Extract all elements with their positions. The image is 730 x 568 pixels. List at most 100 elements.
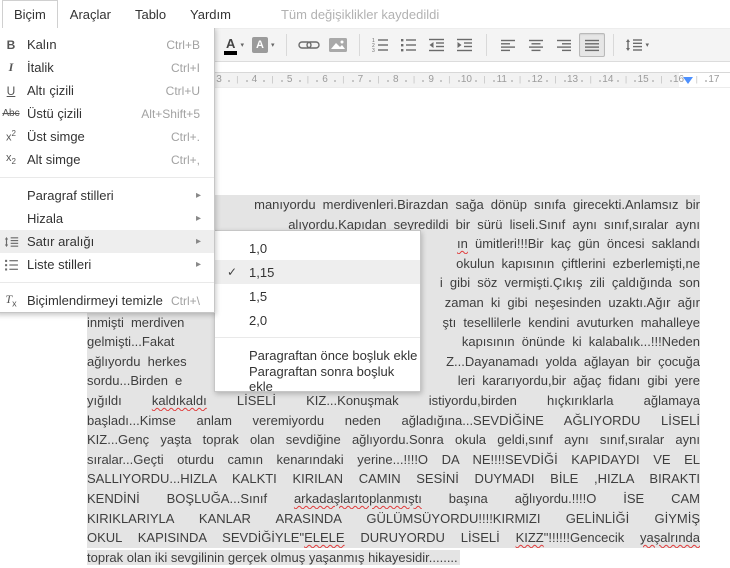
menu-shortcut: Alt+Shift+5	[141, 106, 200, 121]
line-left-segment: inmişti merdiven	[87, 313, 184, 333]
highlight-color-button[interactable]: A ▾	[249, 33, 278, 57]
align-justify-button[interactable]	[578, 33, 605, 57]
submenu-arrow-icon: ▸	[196, 213, 202, 224]
ruler-number: 6	[322, 74, 328, 85]
menu-shortcut: Ctrl+I	[170, 60, 200, 75]
text-line-13[interactable]: KIZ...Genç yaşta toprak olan sevdiğine a…	[87, 430, 700, 450]
increase-indent-button[interactable]	[452, 33, 478, 57]
ruler-dot	[475, 80, 478, 82]
submenu-item-label: 1,15	[249, 264, 275, 280]
align-center-button[interactable]	[523, 33, 549, 57]
menu-item-ust-simge[interactable]: x2 Üst simge Ctrl+.	[0, 125, 214, 148]
bullet-list-button[interactable]	[396, 33, 422, 57]
menu-yardim[interactable]: Yardım	[178, 0, 243, 28]
menu-item-label: Üst simge	[27, 129, 85, 144]
text-line-19[interactable]: toprak olan iki sevgilinin gerçek olmuş …	[87, 548, 700, 568]
align-justify-icon	[584, 39, 600, 52]
dropdown-caret-icon: ▾	[240, 42, 244, 49]
menu-item-alti-cizili[interactable]: U Altı çizili Ctrl+U	[0, 79, 214, 102]
ruler-dot	[263, 80, 266, 82]
text-run: KIRIKLARIYLA KANLAR ARASINDA GÜLÜMSÜYORD…	[87, 510, 700, 526]
text-run: OKUL KAPISINDA SEVDİĞİYLE"	[87, 530, 305, 546]
line-left-segment: ağlıyordu herkes	[87, 352, 187, 372]
ruler-dot	[439, 80, 442, 82]
text-run: ümitleri!!!Bir kaç gün öncesi saklandı	[467, 236, 700, 252]
misspelled-word: ELELE	[304, 530, 345, 546]
text-run: yığıldı	[87, 392, 152, 408]
menu-araclar[interactable]: Araçlar	[58, 0, 123, 28]
outdent-icon	[428, 38, 445, 52]
menu-item-label: Üstü çizili	[27, 106, 82, 121]
list-styles-icon	[0, 259, 27, 271]
menu-item-label: Satır aralığı	[27, 234, 95, 249]
insert-link-button[interactable]	[295, 33, 323, 57]
text-run: ştı tesellilerle kendini avuturken mahal…	[442, 314, 700, 330]
menu-separator	[215, 337, 420, 338]
text-line-18[interactable]: OKUL KAPISINDA SEVDİĞİYLE"ELELE DURUYORD…	[87, 528, 700, 548]
menu-item-label: Biçimlendirmeyi temizle	[27, 293, 163, 308]
text-run: başladı...Kimse anlam veremiyordu neden …	[87, 412, 700, 428]
dropdown-caret-icon: ▾	[271, 42, 275, 49]
ruler-dot	[298, 80, 301, 82]
line-spacing-1-15[interactable]: ✓ 1,15	[215, 260, 420, 284]
menu-separator	[0, 177, 214, 178]
line-right-segment: i gibi söz vermişti.Çıkış zili çaldığınd…	[440, 273, 700, 293]
ruler-tick: |	[412, 75, 416, 84]
ruler-tick: |	[483, 75, 486, 84]
align-left-button[interactable]	[495, 33, 521, 57]
menu-item-italik[interactable]: I İtalik Ctrl+I	[0, 56, 214, 79]
menu-item-hizala[interactable]: Hizala ▸	[0, 207, 214, 230]
misspelled-word: arkadaşlarıtoplanmıştı	[293, 490, 422, 506]
submenu-item-label: 1,5	[249, 288, 268, 304]
ruler-tick: |	[236, 75, 239, 84]
menu-shortcut: Ctrl+,	[170, 152, 200, 167]
align-right-button[interactable]	[551, 33, 577, 57]
menu-bicim[interactable]: Biçim	[2, 0, 58, 28]
submenu-arrow-icon: ▸	[196, 236, 202, 247]
menu-item-paragraf-stilleri[interactable]: Paragraf stilleri ▸	[0, 184, 214, 207]
text-line-16[interactable]: KENDİNİ BOŞLUĞA...Sınıf arkadaşlarıtopla…	[87, 488, 700, 509]
menu-item-satir-araligi[interactable]: Satır aralığı ▸	[0, 230, 214, 253]
ruler-number: 5	[286, 74, 293, 85]
menu-item-ustu-cizili[interactable]: Abc Üstü çizili Alt+Shift+5	[0, 102, 214, 125]
menu-item-kalin[interactable]: B Kalın Ctrl+B	[0, 33, 214, 56]
line-spacing-icon	[0, 236, 27, 248]
insert-image-button[interactable]	[325, 33, 351, 57]
toolbar-separator	[285, 34, 287, 56]
text-line-14[interactable]: sıralar...Geçti oturdu camın kenarındaki…	[87, 449, 700, 470]
line-spacing-1-0[interactable]: 1,0	[215, 236, 420, 260]
text-run: SALLIYORDU...HIZLA KALKTI KIRILAN CAMIN …	[87, 471, 700, 487]
add-space-after-paragraph[interactable]: Paragraftan sonra boşluk ekle	[215, 364, 420, 394]
text-line-15[interactable]: SALLIYORDU...HIZLA KALKTI KIRILAN CAMIN …	[87, 469, 700, 489]
menu-item-alt-simge[interactable]: x2 Alt simge Ctrl+,	[0, 148, 214, 171]
ruler-number: 9	[428, 74, 434, 85]
text-run: KIZ...Genç yaşta toprak olan sevdiğine a…	[87, 432, 700, 448]
numbered-list-button[interactable]: 123	[368, 33, 394, 57]
text-run: inmişti merdiven	[87, 314, 185, 330]
align-left-icon	[500, 39, 516, 52]
line-spacing-1-5[interactable]: 1,5	[215, 284, 420, 308]
dropdown-caret-icon: ▾	[645, 42, 650, 49]
line-spacing-button[interactable]: ▾	[622, 33, 653, 57]
text-run: i gibi söz vermişti.Çıkış zili çaldığınd…	[439, 275, 700, 291]
menu-tablo[interactable]: Tablo	[123, 0, 178, 28]
text-color-button[interactable]: A ▾	[221, 33, 247, 57]
superscript-icon: x2	[6, 129, 16, 144]
line-right-segment: manıyordu merdivenleri.Birazdan sağa dön…	[254, 195, 700, 215]
ruler-number: 17	[708, 74, 720, 85]
text-line-17[interactable]: KIRIKLARIYLA KANLAR ARASINDA GÜLÜMSÜYORD…	[87, 508, 700, 529]
link-icon	[297, 39, 320, 51]
menu-item-liste-stilleri[interactable]: Liste stilleri ▸	[0, 253, 214, 276]
decrease-indent-button[interactable]	[424, 33, 450, 57]
svg-text:3: 3	[372, 48, 375, 52]
right-indent-marker[interactable]	[683, 77, 693, 84]
text-run: sıralar...Geçti oturdu camın kenarındaki…	[87, 451, 700, 467]
ruler-number: 11	[496, 74, 507, 85]
bullet-list-icon	[400, 38, 417, 52]
menu-item-label: Alt simge	[27, 152, 81, 167]
ruler-tick: |	[377, 75, 380, 84]
line-spacing-submenu: 1,0 ✓ 1,15 1,5 2,0 Paragraftan önce boşluk ek…	[214, 230, 421, 394]
menu-item-bicimlendirmeyi-temizle[interactable]: Tx Biçimlendirmeyi temizle Ctrl+\	[0, 289, 214, 312]
line-spacing-2-0[interactable]: 2,0	[215, 308, 420, 332]
text-line-12[interactable]: başladı...Kimse anlam veremiyordu neden …	[87, 410, 700, 431]
